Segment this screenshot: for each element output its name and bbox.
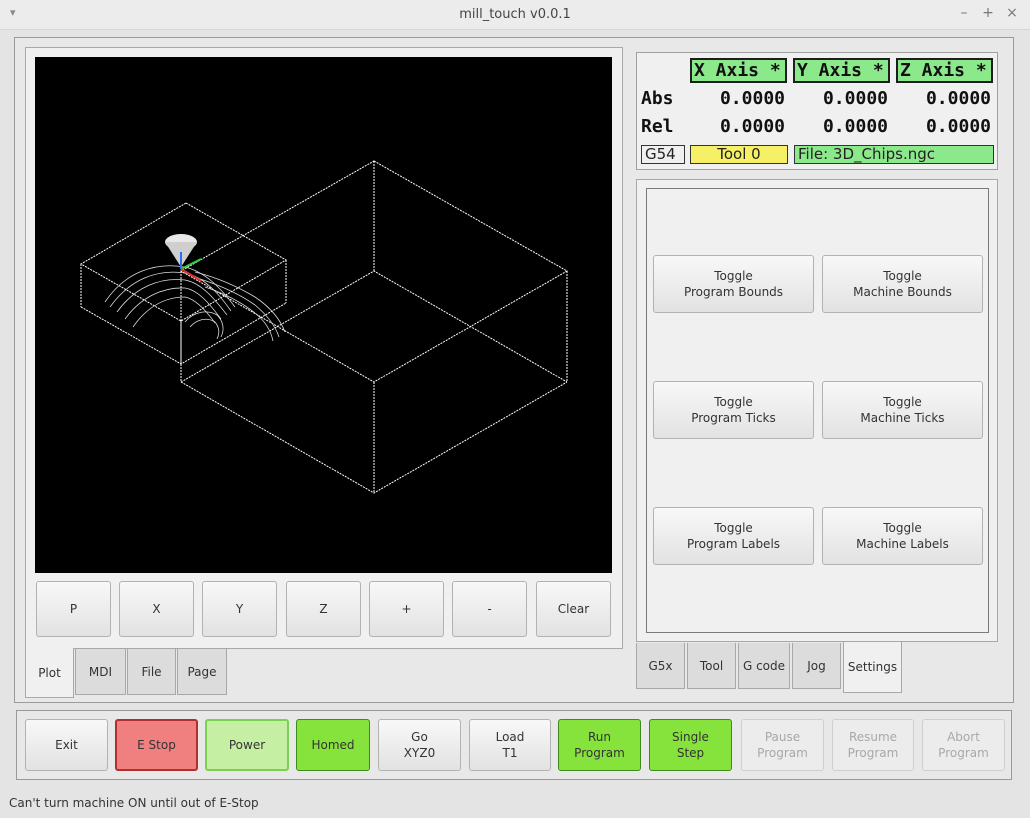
toggle-program-ticks-button[interactable]: Toggle Program Ticks bbox=[653, 381, 814, 439]
title-bar: ▾ mill_touch v0.0.1 – + × bbox=[0, 0, 1030, 30]
tab-settings[interactable]: Settings bbox=[843, 642, 902, 693]
button-label-line1: Pause bbox=[764, 730, 801, 744]
rel-y-value: 0.0000 bbox=[822, 116, 888, 137]
button-label-line1: Go bbox=[411, 730, 428, 744]
program-bounds-bottom bbox=[80, 302, 287, 365]
rel-label: Rel bbox=[641, 116, 674, 137]
status-message: Can't turn machine ON until out of E-Sto… bbox=[9, 796, 259, 810]
toggle-program-bounds-button[interactable]: Toggle Program Bounds bbox=[653, 255, 814, 313]
clear-plot-button[interactable]: Clear bbox=[536, 581, 611, 637]
homed-button[interactable]: Homed bbox=[296, 719, 370, 771]
maximize-icon[interactable]: + bbox=[979, 5, 997, 21]
y-axis-header: Y Axis * bbox=[793, 58, 890, 83]
toggle-target-label: Program Bounds bbox=[683, 285, 784, 299]
tab-tool[interactable]: Tool bbox=[687, 643, 736, 689]
work-offset-label: G54 bbox=[641, 145, 685, 164]
abs-label: Abs bbox=[641, 88, 674, 109]
file-status: File: 3D_Chips.ngc bbox=[794, 145, 994, 164]
button-label-line2: Program bbox=[847, 746, 899, 760]
plot-x-view-button[interactable]: X bbox=[119, 581, 194, 637]
exit-button[interactable]: Exit bbox=[25, 719, 108, 771]
tab-file[interactable]: File bbox=[127, 649, 176, 695]
button-label-line1: Run bbox=[587, 730, 611, 744]
tab-plot[interactable]: Plot bbox=[25, 648, 74, 698]
abs-z-value: 0.0000 bbox=[925, 88, 991, 109]
toggle-target-label: Machine Labels bbox=[856, 537, 949, 551]
plot-z-view-button[interactable]: Z bbox=[286, 581, 361, 637]
button-label-line1: Load bbox=[495, 730, 525, 744]
abs-x-value: 0.0000 bbox=[719, 88, 785, 109]
tab-g5x[interactable]: G5x bbox=[636, 643, 685, 689]
toggle-label: Toggle bbox=[883, 521, 922, 535]
estop-button[interactable]: E Stop bbox=[115, 719, 198, 771]
rel-x-value: 0.0000 bbox=[719, 116, 785, 137]
toggle-machine-labels-button[interactable]: Toggle Machine Labels bbox=[822, 507, 983, 565]
button-label-line1: Resume bbox=[848, 730, 898, 744]
toggle-target-label: Machine Bounds bbox=[853, 285, 952, 299]
tab-page[interactable]: Page bbox=[177, 649, 227, 695]
tool-status: Tool 0 bbox=[690, 145, 788, 164]
resume-program-button[interactable]: Resume Program bbox=[832, 719, 914, 771]
rel-z-value: 0.0000 bbox=[925, 116, 991, 137]
toolpath-preview-canvas[interactable] bbox=[35, 57, 612, 573]
abs-y-value: 0.0000 bbox=[822, 88, 888, 109]
tab-gcode[interactable]: G code bbox=[738, 643, 790, 689]
z-axis-header: Z Axis * bbox=[896, 58, 993, 83]
abort-program-button[interactable]: Abort Program bbox=[922, 719, 1005, 771]
toggle-machine-bounds-button[interactable]: Toggle Machine Bounds bbox=[822, 255, 983, 313]
run-program-button[interactable]: Run Program bbox=[558, 719, 641, 771]
minimize-icon[interactable]: – bbox=[955, 5, 973, 21]
button-label-line1: Single bbox=[672, 730, 709, 744]
tab-mdi[interactable]: MDI bbox=[75, 649, 126, 695]
button-label-line2: XYZ0 bbox=[403, 746, 436, 760]
zoom-in-button[interactable]: + bbox=[369, 581, 444, 637]
toggle-label: Toggle bbox=[714, 269, 753, 283]
window-title: mill_touch v0.0.1 bbox=[459, 7, 571, 22]
toggle-label: Toggle bbox=[883, 269, 922, 283]
toggle-label: Toggle bbox=[883, 395, 922, 409]
toggle-label: Toggle bbox=[714, 395, 753, 409]
toggle-machine-ticks-button[interactable]: Toggle Machine Ticks bbox=[822, 381, 983, 439]
button-label-line2: Step bbox=[676, 746, 705, 760]
tab-jog[interactable]: Jog bbox=[792, 643, 841, 689]
button-label-line2: Program bbox=[757, 746, 808, 760]
button-label: Exit bbox=[55, 738, 78, 752]
button-label-line2: Program bbox=[938, 746, 989, 760]
zoom-out-button[interactable]: - bbox=[452, 581, 527, 637]
plot-perspective-button[interactable]: P bbox=[36, 581, 111, 637]
toolpath-plot bbox=[79, 160, 569, 494]
plot-y-view-button[interactable]: Y bbox=[202, 581, 277, 637]
button-label-line2: T1 bbox=[502, 746, 518, 760]
button-label: Power bbox=[228, 738, 266, 752]
toggle-target-label: Machine Ticks bbox=[860, 411, 945, 425]
button-label-line1: Abort bbox=[947, 730, 980, 744]
tool-marker bbox=[165, 234, 202, 282]
toggle-label: Toggle bbox=[714, 521, 753, 535]
button-label: Homed bbox=[311, 738, 355, 752]
close-icon[interactable]: × bbox=[1003, 5, 1021, 21]
button-label: E Stop bbox=[137, 738, 176, 752]
go-xyz0-button[interactable]: Go XYZ0 bbox=[378, 719, 461, 771]
power-button[interactable]: Power bbox=[205, 719, 289, 771]
pause-program-button[interactable]: Pause Program bbox=[741, 719, 824, 771]
toggle-target-label: Program Ticks bbox=[691, 411, 776, 425]
load-t1-button[interactable]: Load T1 bbox=[469, 719, 551, 771]
single-step-button[interactable]: Single Step bbox=[649, 719, 732, 771]
button-label-line2: Program bbox=[574, 746, 625, 760]
x-axis-header: X Axis * bbox=[690, 58, 787, 83]
toggle-target-label: Program Labels bbox=[686, 537, 781, 551]
toggle-program-labels-button[interactable]: Toggle Program Labels bbox=[653, 507, 814, 565]
